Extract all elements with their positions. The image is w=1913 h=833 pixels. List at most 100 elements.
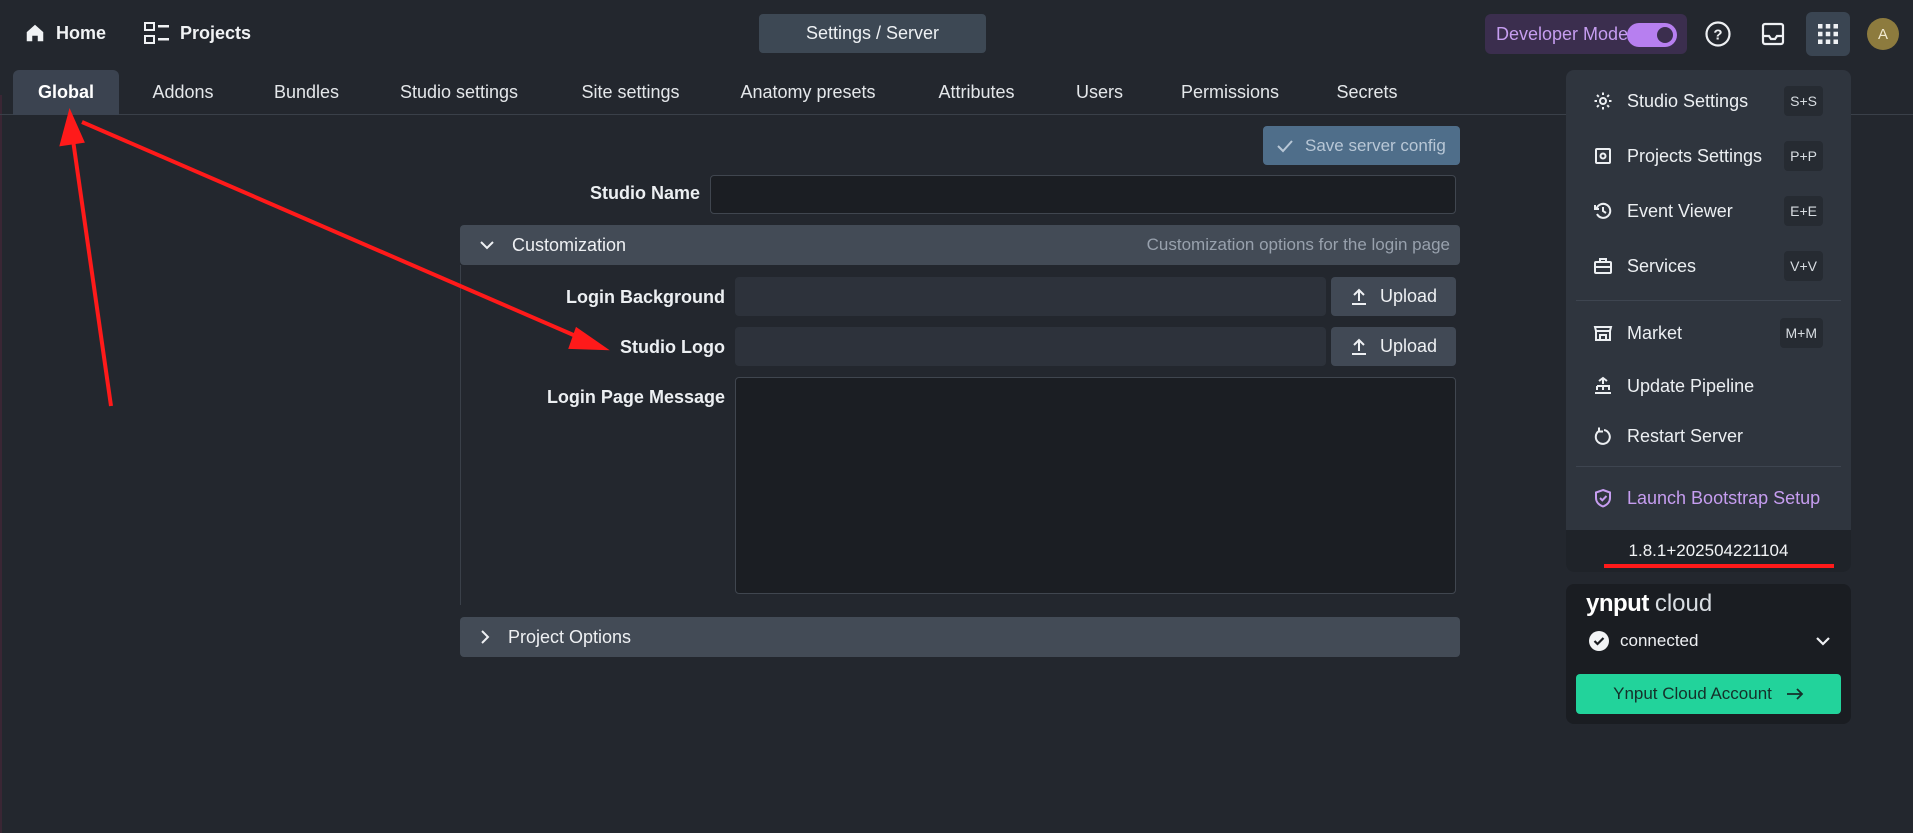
menu-item-label: Event Viewer — [1627, 200, 1733, 221]
section-divider — [460, 265, 461, 605]
top-bar: Home Projects Settings / Server Develope… — [0, 0, 1913, 68]
briefcase-icon — [1594, 258, 1612, 274]
login-background-label: Login Background — [566, 287, 725, 307]
tab-anatomy-presets[interactable]: Anatomy presets — [724, 70, 892, 115]
cloud-account-label: Ynput Cloud Account — [1613, 684, 1772, 703]
home-button[interactable]: Home — [24, 14, 106, 52]
developer-mode-switch[interactable] — [1627, 23, 1677, 47]
inbox-button[interactable] — [1751, 12, 1795, 56]
menu-item-label: Projects Settings — [1627, 145, 1763, 166]
shortcut-badge: V+V — [1784, 251, 1823, 281]
upload-icon — [1351, 338, 1366, 355]
gear-icon — [1594, 92, 1612, 110]
check-circle-icon — [1589, 631, 1609, 651]
brand-suffix: cloud — [1654, 590, 1713, 617]
projects-button[interactable]: Projects — [144, 14, 251, 52]
menu-item-label: Update Pipeline — [1627, 375, 1755, 396]
tab-site-settings[interactable]: Site settings — [563, 70, 698, 115]
upload-label: Upload — [1379, 336, 1438, 356]
login-page-message-textarea[interactable] — [735, 377, 1456, 594]
save-server-config-button[interactable]: Save server config — [1263, 126, 1460, 165]
menu-item-launch-bootstrap-setup[interactable]: Launch Bootstrap Setup — [1566, 476, 1851, 520]
tab-addons[interactable]: Addons — [133, 70, 233, 115]
chevron-down-icon — [480, 241, 494, 250]
upload-studio-logo-button[interactable]: Upload — [1331, 327, 1456, 366]
projects-icon — [144, 22, 169, 44]
home-label: Home — [56, 22, 107, 43]
tab-secrets[interactable]: Secrets — [1322, 70, 1412, 115]
apps-grid-icon — [1818, 24, 1838, 44]
developer-mode-toggle[interactable]: Developer Mode — [1485, 14, 1687, 54]
tab-global[interactable]: Global — [13, 70, 119, 115]
tab-bundles[interactable]: Bundles — [254, 70, 359, 115]
help-icon: ? — [1705, 21, 1731, 47]
history-icon — [1594, 202, 1612, 219]
upload-login-background-button[interactable]: Upload — [1331, 277, 1456, 316]
menu-item-label: Restart Server — [1627, 425, 1744, 446]
chevron-right-icon — [481, 630, 490, 644]
menu-item-services[interactable]: Services V+V — [1566, 244, 1851, 288]
brand-name: ynput — [1586, 590, 1649, 617]
shield-check-icon — [1595, 488, 1611, 508]
customization-title: Customization — [512, 234, 627, 255]
shortcut-badge: E+E — [1784, 196, 1823, 226]
shortcut-badge: P+P — [1784, 141, 1823, 171]
page-title[interactable]: Settings / Server — [759, 14, 986, 53]
menu-divider — [1576, 466, 1841, 467]
chevron-down-icon[interactable] — [1815, 636, 1831, 647]
window-edge — [0, 95, 2, 833]
annotation-arrow-to-global-tab — [70, 132, 113, 407]
menu-item-studio-settings[interactable]: Studio Settings S+S — [1566, 79, 1851, 123]
menu-divider — [1576, 300, 1841, 301]
shortcut-badge: M+M — [1779, 318, 1823, 348]
connection-status: connected — [1588, 630, 1698, 652]
app-menu-button[interactable] — [1806, 12, 1850, 56]
menu-item-update-pipeline[interactable]: Update Pipeline — [1566, 364, 1851, 408]
user-avatar[interactable]: A — [1867, 18, 1899, 50]
customization-section-header[interactable]: Customization Customization options for … — [460, 225, 1460, 265]
settings-square-icon — [1595, 148, 1611, 164]
help-button[interactable]: ? — [1696, 12, 1740, 56]
upload-icon — [1351, 288, 1366, 305]
ynput-cloud-account-button[interactable]: Ynput Cloud Account — [1576, 674, 1841, 714]
restart-icon — [1594, 427, 1611, 445]
menu-item-label: Studio Settings — [1627, 90, 1749, 111]
server-version: 1.8.1+202504221104 — [1566, 530, 1851, 572]
studio-logo-input[interactable] — [735, 327, 1326, 366]
studio-name-label: Studio Name — [589, 183, 700, 203]
menu-item-projects-settings[interactable]: Projects Settings P+P — [1566, 134, 1851, 178]
store-icon — [1593, 326, 1613, 341]
svg-text:?: ? — [1713, 27, 1722, 44]
studio-logo-label: Studio Logo — [620, 337, 725, 357]
inbox-icon — [1761, 22, 1785, 46]
ynput-cloud-panel: ynput cloud connected Ynput Cloud Accoun… — [1566, 584, 1851, 724]
project-options-section-header[interactable]: Project Options — [460, 617, 1460, 657]
connection-status-text: connected — [1620, 631, 1699, 650]
menu-item-label: Launch Bootstrap Setup — [1627, 487, 1821, 508]
projects-label: Projects — [180, 22, 252, 43]
menu-item-market[interactable]: Market M+M — [1566, 311, 1851, 355]
check-icon — [1277, 139, 1293, 152]
upload-label: Upload — [1379, 286, 1438, 306]
menu-item-label: Market — [1627, 322, 1683, 343]
customization-description: Customization options for the login page — [1146, 235, 1450, 254]
tab-studio-settings[interactable]: Studio settings — [384, 70, 534, 115]
home-icon — [26, 24, 44, 42]
arrow-right-icon — [1786, 688, 1804, 700]
tab-users[interactable]: Users — [1062, 70, 1137, 115]
login-page-message-label: Login Page Message — [546, 387, 725, 407]
menu-item-label: Services — [1627, 255, 1697, 276]
menu-item-event-viewer[interactable]: Event Viewer E+E — [1566, 189, 1851, 233]
menu-item-restart-server[interactable]: Restart Server — [1566, 414, 1851, 458]
login-background-input[interactable] — [735, 277, 1326, 316]
shortcut-badge: S+S — [1784, 86, 1823, 116]
app-menu-dropdown: Studio Settings S+S Projects Settings P+… — [1566, 70, 1851, 572]
annotation-arrowhead — [59, 108, 85, 147]
ynput-cloud-logo: ynput cloud — [1586, 590, 1712, 618]
developer-mode-label: Developer Mode — [1496, 23, 1629, 44]
project-options-title: Project Options — [508, 626, 632, 647]
studio-name-input[interactable] — [710, 175, 1456, 214]
tab-permissions[interactable]: Permissions — [1165, 70, 1295, 115]
pipeline-icon — [1595, 376, 1611, 394]
tab-attributes[interactable]: Attributes — [919, 70, 1034, 115]
